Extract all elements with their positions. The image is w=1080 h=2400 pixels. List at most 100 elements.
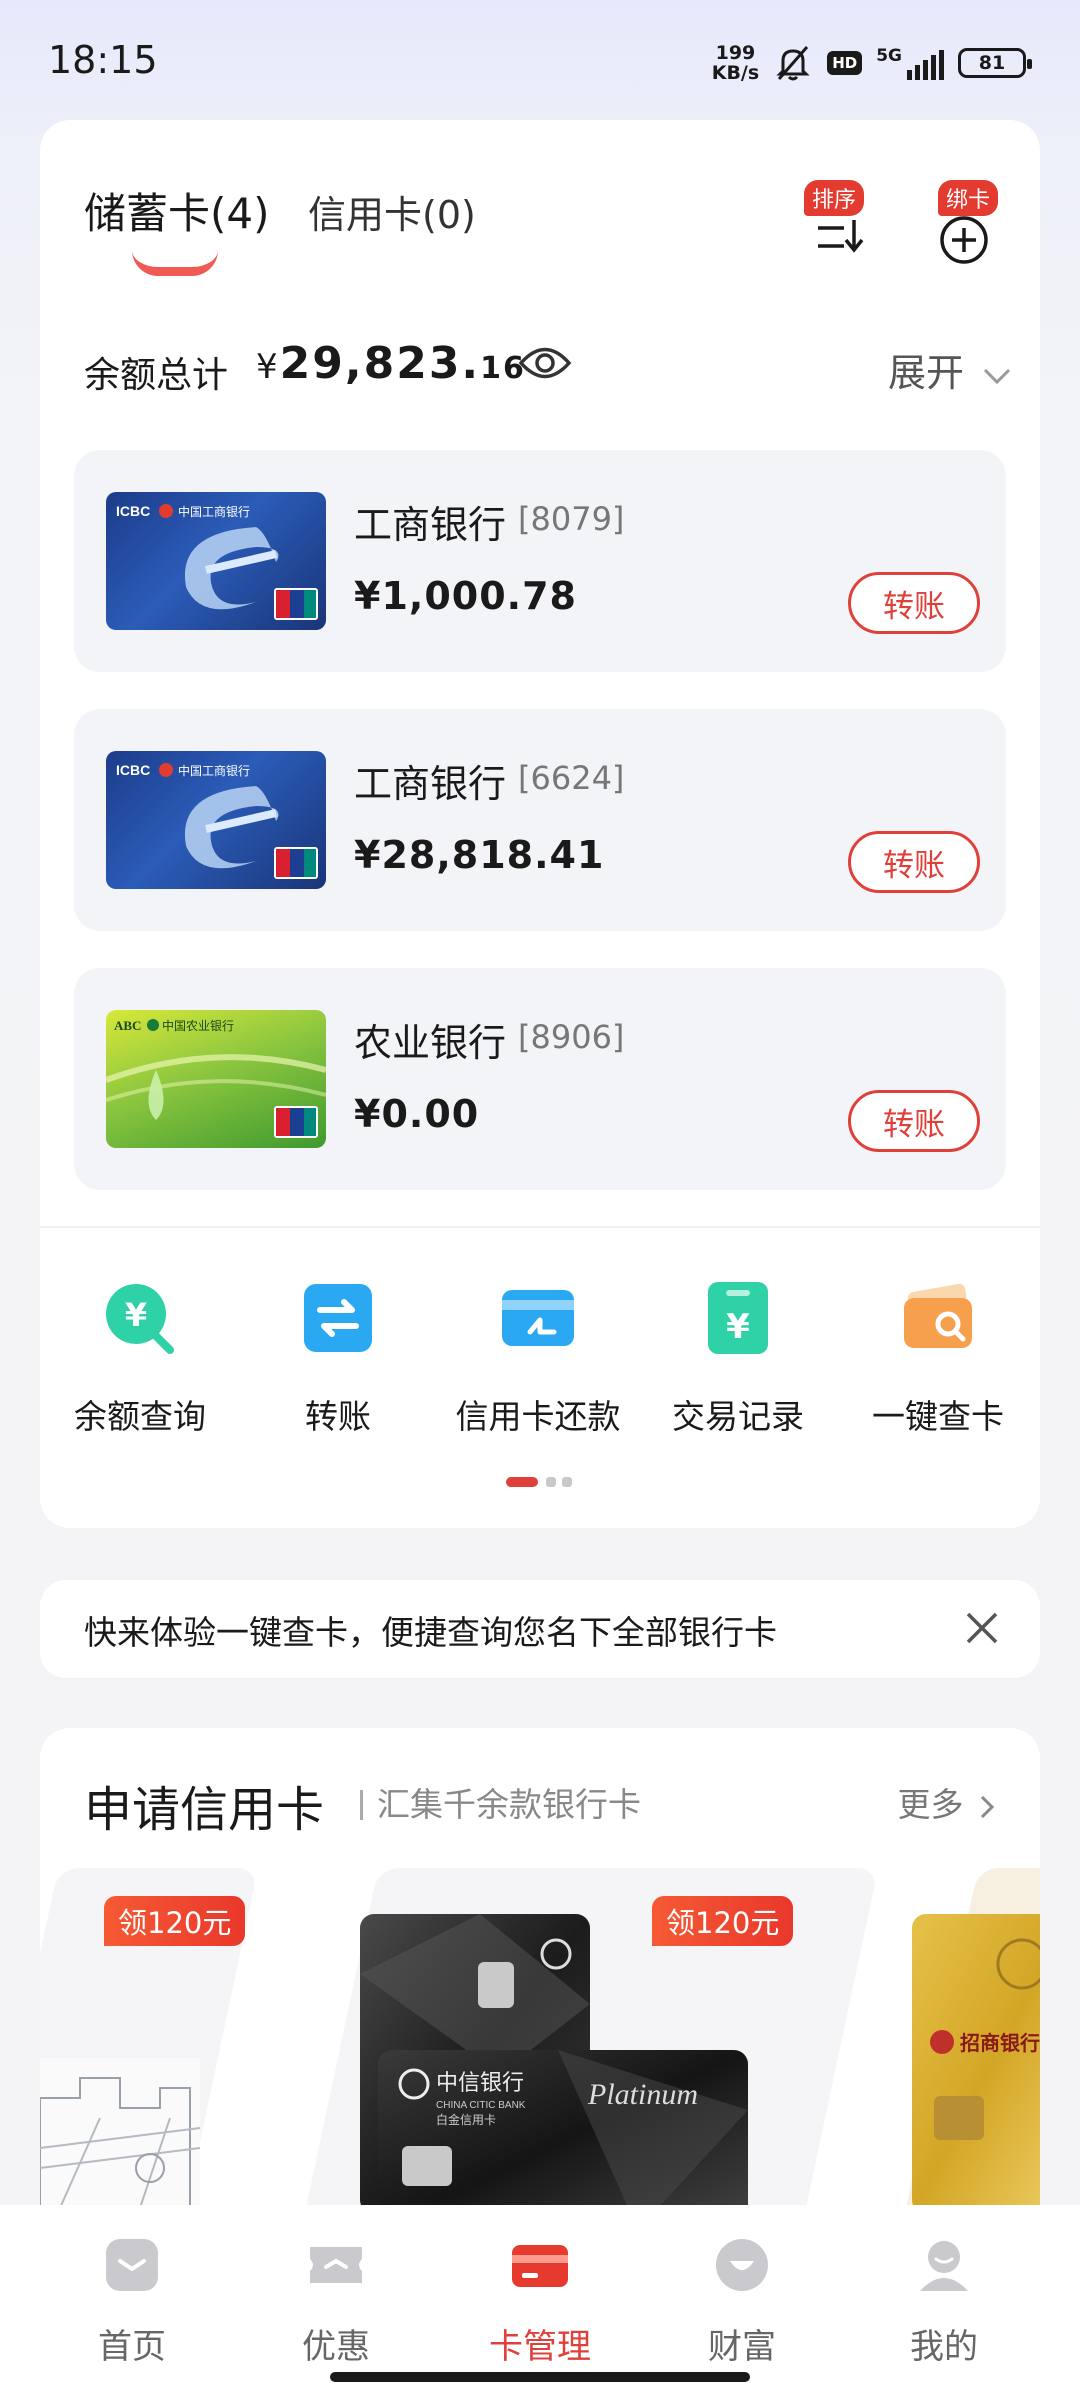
nav-profile[interactable]: 我的 xyxy=(874,2235,1014,2368)
promo-banner[interactable]: 快来体验一键查卡，便捷查询您名下全部银行卡 xyxy=(40,1580,1040,1678)
battery-icon: 81 xyxy=(958,48,1032,78)
home-icon xyxy=(106,2239,158,2291)
nav-label: 财富 xyxy=(708,2327,776,2367)
citic-card-script: Platinum xyxy=(587,2078,698,2111)
user-icon xyxy=(920,2241,968,2291)
nav-label: 首页 xyxy=(98,2327,166,2367)
apply-credit-card-section: 申请信用卡 汇集千余款银行卡 更多 领120元 中信银行 CHINA CITIC… xyxy=(40,1728,1040,2208)
sort-button[interactable]: 排序 xyxy=(800,176,880,266)
transfer-icon xyxy=(304,1284,372,1352)
quick-action-credit-repay[interactable]: 信用卡还款 xyxy=(438,1280,638,1438)
promo-text: 快来体验一键查卡，便捷查询您名下全部银行卡 xyxy=(84,1613,777,1652)
home-indicator[interactable] xyxy=(330,2372,750,2382)
bind-card-button[interactable]: 绑卡 xyxy=(924,176,1004,266)
icbc-card-image: ICBC 中国工商银行 xyxy=(106,751,326,889)
transfer-button[interactable]: 转账 xyxy=(848,1090,980,1152)
active-tab-indicator xyxy=(132,250,218,276)
citic-bank-en: CHINA CITIC BANK xyxy=(436,2100,526,2111)
nav-label: 优惠 xyxy=(302,2327,370,2367)
account-item[interactable]: ICBC 中国工商银行 工商银行 [8079] ¥1,000.78 转账 xyxy=(74,450,1006,672)
card-bank-name: 中国工商银行 xyxy=(178,504,250,519)
status-icons: 199 KB/s HD 5G 81 xyxy=(712,40,1032,86)
expand-label: 展开 xyxy=(888,351,965,395)
card-lookup-icon xyxy=(904,1283,972,1348)
net-speed-value: 199 xyxy=(715,42,756,64)
account-item[interactable]: ABC 中国农业银行 农业银行 [8906] ¥0.00 转账 xyxy=(74,968,1006,1190)
quick-action-label: 一键查卡 xyxy=(872,1397,1004,1436)
chevron-down-icon xyxy=(984,368,1011,384)
close-icon[interactable] xyxy=(960,1606,1004,1650)
citic-card-horizontal-image[interactable]: 中信银行 CHINA CITIC BANK 白金信用卡 Platinum xyxy=(378,2050,748,2208)
eye-icon[interactable] xyxy=(518,340,572,386)
account-balance: ¥1,000.78 xyxy=(354,574,577,618)
svg-text:¥: ¥ xyxy=(726,1307,750,1347)
net-speed: 199 KB/s xyxy=(712,43,759,83)
offer-badge: 领120元 xyxy=(652,1896,794,1946)
balance-integer: 29,823. xyxy=(279,338,481,389)
citic-bank-name: 中信银行 xyxy=(436,2071,524,2096)
citic-card-type: 白金信用卡 xyxy=(436,2112,496,2127)
more-link[interactable]: 更多 xyxy=(898,1778,997,1826)
abc-card-image: ABC 中国农业银行 xyxy=(106,1010,326,1148)
nav-offers[interactable]: 优惠 xyxy=(266,2235,406,2368)
sort-icon xyxy=(818,220,864,253)
credit-repay-icon xyxy=(502,1290,574,1346)
quick-action-transfer[interactable]: 转账 xyxy=(238,1280,438,1438)
chevron-right-icon xyxy=(980,1795,995,1818)
network-type: 5G xyxy=(876,46,902,66)
bank-name: 工商银行 xyxy=(354,503,507,547)
currency-symbol: ¥ xyxy=(256,347,280,387)
card-bank-name: 中国农业银行 xyxy=(162,1018,234,1033)
svg-text:¥: ¥ xyxy=(125,1296,147,1334)
mute-icon xyxy=(776,46,810,81)
balance-total-label: 余额总计 xyxy=(84,355,229,396)
nav-home[interactable]: 首页 xyxy=(62,2235,202,2368)
cmb-card-image[interactable]: 招商银行 xyxy=(912,1914,1040,2208)
net-speed-unit: KB/s xyxy=(711,62,760,84)
card-number-tail: [8906] xyxy=(518,1018,625,1056)
quick-action-label: 信用卡还款 xyxy=(455,1397,621,1436)
bank-name: 工商银行 xyxy=(354,762,507,806)
quick-action-balance-query[interactable]: ¥ 余额查询 xyxy=(40,1280,240,1438)
bottom-navigation: 首页 优惠 卡管理 财富 我的 xyxy=(0,2205,1080,2400)
nav-wealth[interactable]: 财富 xyxy=(672,2235,812,2368)
card-brand: ICBC xyxy=(116,503,150,519)
transaction-record-icon: ¥ xyxy=(708,1282,768,1354)
balance-total-value: ¥29,823.16 xyxy=(256,338,526,389)
section-divider xyxy=(40,1226,1040,1228)
tab-credit-cards[interactable]: 信用卡(0) xyxy=(308,184,476,239)
nav-card-management[interactable]: 卡管理 xyxy=(470,2235,610,2368)
abc-card-art: ABC 中国农业银行 xyxy=(106,1018,326,1138)
account-balance: ¥0.00 xyxy=(354,1092,480,1136)
wealth-icon xyxy=(716,2239,768,2291)
card-management-icon xyxy=(512,2245,568,2287)
apply-credit-card-title: 申请信用卡 xyxy=(84,1782,325,1838)
quick-action-label: 转账 xyxy=(305,1397,371,1436)
quick-action-label: 余额查询 xyxy=(74,1397,206,1436)
page-indicator xyxy=(562,1477,572,1487)
transfer-button[interactable]: 转账 xyxy=(848,831,980,893)
tab-debit-cards[interactable]: 储蓄卡(4) xyxy=(84,180,270,241)
card-line-art-image[interactable] xyxy=(40,2058,200,2208)
account-item[interactable]: ICBC 中国工商银行 工商银行 [6624] ¥28,818.41 转账 xyxy=(74,709,1006,931)
hd-badge: HD xyxy=(827,51,863,75)
quick-action-card-lookup[interactable]: 一键查卡 xyxy=(838,1280,1038,1438)
quick-action-transaction-record[interactable]: ¥ 交易记录 xyxy=(638,1280,838,1438)
add-circle-icon xyxy=(940,216,988,264)
expand-toggle[interactable]: 展开 xyxy=(888,342,1012,397)
offer-badge: 领120元 xyxy=(104,1896,246,1946)
balance-query-icon: ¥ xyxy=(106,1284,174,1354)
cmb-bank-name: 招商银行 xyxy=(960,2031,1040,2055)
battery-level: 81 xyxy=(978,52,1006,74)
status-time: 18:15 xyxy=(48,38,158,82)
bind-badge: 绑卡 xyxy=(938,180,999,216)
icbc-card-image: ICBC 中国工商银行 xyxy=(106,492,326,630)
transfer-button[interactable]: 转账 xyxy=(848,572,980,634)
nav-label: 卡管理 xyxy=(489,2327,591,2367)
page-indicator-active xyxy=(506,1477,538,1487)
card-bank-name: 中国工商银行 xyxy=(178,763,250,778)
account-balance: ¥28,818.41 xyxy=(354,833,605,877)
page-indicator xyxy=(546,1477,556,1487)
quick-action-label: 交易记录 xyxy=(672,1397,804,1436)
icbc-card-art: ICBC 中国工商银行 xyxy=(116,762,318,879)
